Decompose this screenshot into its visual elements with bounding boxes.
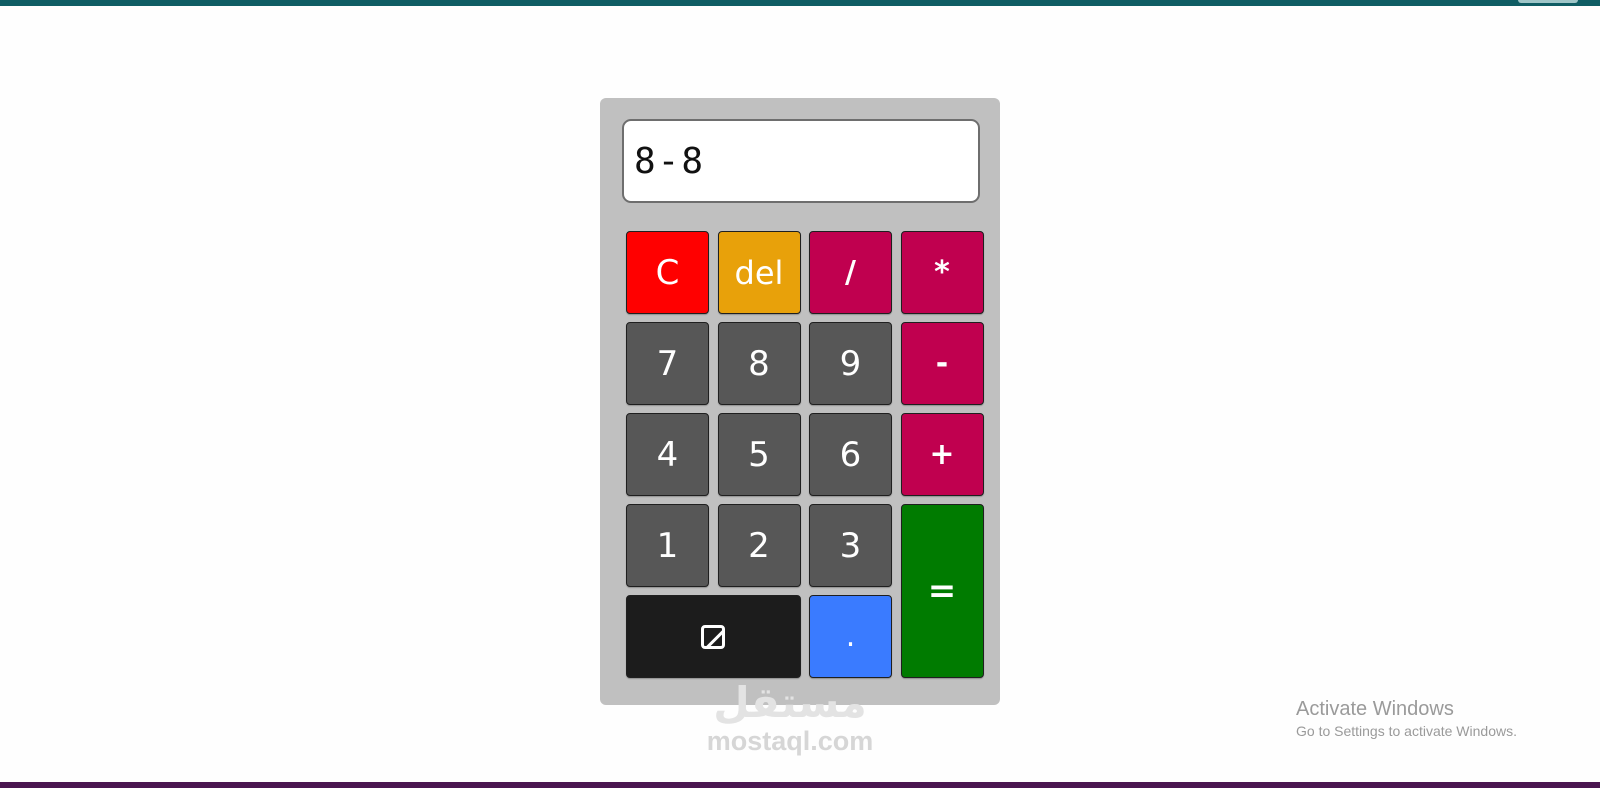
- divide-button[interactable]: /: [809, 231, 892, 314]
- digit-4-label: 4: [656, 434, 679, 475]
- clear-label: C: [655, 252, 680, 293]
- digit-2-label: 2: [748, 525, 770, 566]
- watermark-logo: مستقل: [713, 678, 867, 727]
- calculator-display: 8-8: [622, 119, 980, 203]
- digit-9-label: 9: [839, 343, 862, 384]
- top-bar: [0, 0, 1600, 6]
- digit-5-label: 5: [748, 434, 770, 475]
- windows-activation-notice: Activate Windows Go to Settings to activ…: [1296, 697, 1517, 741]
- delete-label: del: [734, 253, 784, 292]
- equals-button[interactable]: =: [900, 504, 984, 678]
- display-value: 8-8: [634, 140, 706, 182]
- digit-3-button[interactable]: 3: [809, 504, 892, 587]
- add-label: +: [929, 437, 955, 472]
- digit-4-button[interactable]: 4: [626, 413, 709, 496]
- mostaql-watermark: مستقل mostaql.com: [690, 678, 890, 757]
- digit-1-label: 1: [656, 525, 679, 566]
- subtract-button[interactable]: -: [900, 322, 984, 405]
- add-button[interactable]: +: [900, 413, 984, 496]
- page: 8-8 C del / * 7 8 9 - 4 5 6 + 1 2 3 = . …: [0, 0, 1600, 788]
- digit-8-label: 8: [748, 343, 770, 384]
- divide-label: /: [845, 255, 856, 290]
- activation-subtitle: Go to Settings to activate Windows.: [1296, 723, 1517, 739]
- digit-0-button[interactable]: [626, 595, 801, 678]
- digit-6-button[interactable]: 6: [809, 413, 892, 496]
- activation-title: Activate Windows: [1296, 698, 1454, 720]
- keypad: C del / * 7 8 9 - 4 5 6 + 1 2 3 = .: [626, 231, 984, 679]
- calculator: 8-8 C del / * 7 8 9 - 4 5 6 + 1 2 3 = .: [600, 98, 1000, 705]
- multiply-button[interactable]: *: [900, 231, 984, 314]
- digit-1-button[interactable]: 1: [626, 504, 709, 587]
- digit-3-label: 3: [839, 525, 862, 566]
- digit-5-button[interactable]: 5: [717, 413, 801, 496]
- multiply-label: *: [934, 255, 950, 290]
- zero-glyph-icon: [701, 624, 726, 649]
- digit-7-label: 7: [656, 343, 679, 384]
- digit-2-button[interactable]: 2: [717, 504, 801, 587]
- digit-8-button[interactable]: 8: [717, 322, 801, 405]
- delete-button[interactable]: del: [717, 231, 801, 314]
- digit-6-label: 6: [839, 434, 862, 475]
- top-bar-accent: [1518, 0, 1578, 3]
- bottom-bar: [0, 782, 1600, 788]
- decimal-point-button[interactable]: .: [809, 595, 892, 678]
- decimal-point-label: .: [845, 619, 856, 654]
- digit-9-button[interactable]: 9: [809, 322, 892, 405]
- watermark-url: mostaql.com: [706, 726, 874, 756]
- equals-label: =: [927, 571, 957, 611]
- clear-button[interactable]: C: [626, 231, 709, 314]
- digit-7-button[interactable]: 7: [626, 322, 709, 405]
- subtract-label: -: [935, 346, 949, 381]
